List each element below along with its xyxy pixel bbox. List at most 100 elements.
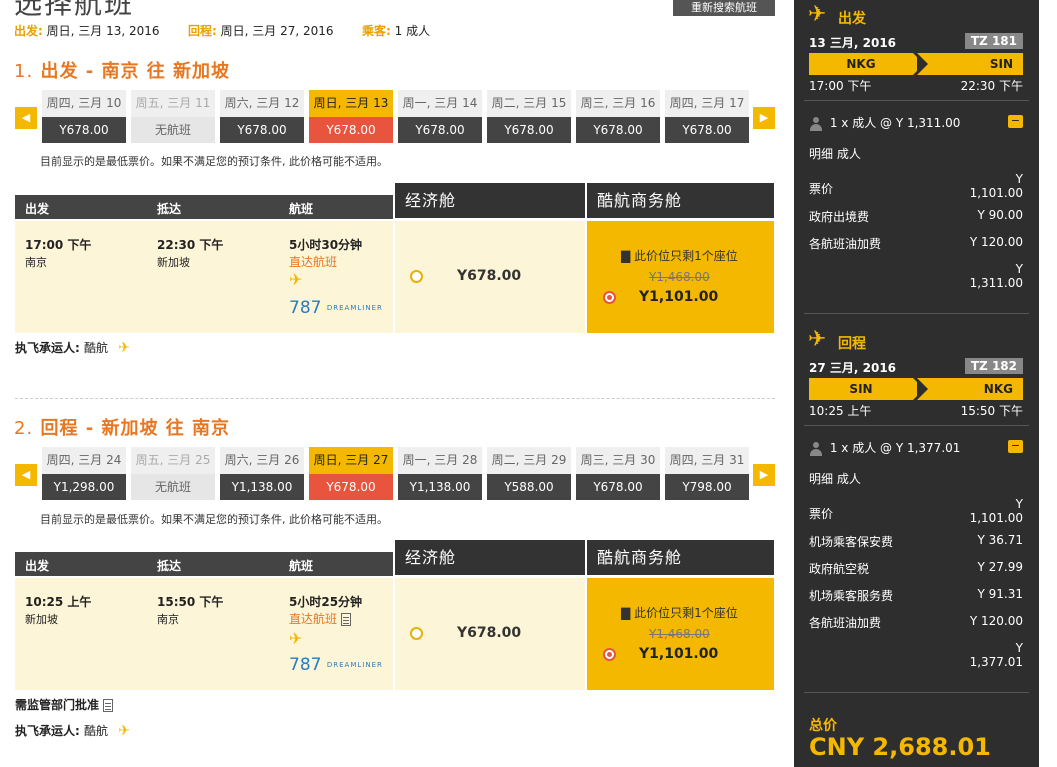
fee-row: 政府航空税 Y 27.99 bbox=[809, 560, 1023, 577]
operated-value: 酷航 bbox=[84, 341, 109, 355]
page-title: 选择航班 bbox=[14, 0, 135, 20]
seat-icon: ▇ bbox=[621, 249, 631, 263]
inbound-next-dates-button[interactable]: ▶ bbox=[753, 464, 775, 486]
sidebar-return-route: SIN NKG bbox=[809, 378, 1023, 400]
date-option: 周五, 三月 25 无航班 bbox=[131, 447, 215, 500]
fee-label: 票价 bbox=[809, 182, 834, 196]
person-icon bbox=[809, 116, 823, 131]
date-option-label: 周三, 三月 16 bbox=[576, 90, 660, 117]
inbound-business-radio[interactable] bbox=[603, 648, 616, 661]
sidebar-return-date: 27 三月, 2016 bbox=[809, 361, 897, 375]
outbound-business-fare[interactable]: ▇ 此价位只剩1个座位 Y1,468.00 Y1,101.00 bbox=[587, 221, 774, 333]
outbound-business-old-price: Y1,468.00 bbox=[649, 270, 710, 284]
plane-icon: ✈ bbox=[289, 629, 303, 648]
date-option-label: 周六, 三月 26 bbox=[220, 447, 304, 474]
date-option-label: 周日, 三月 27 bbox=[309, 447, 393, 474]
inbound-seat-text: 此价位只剩1个座位 bbox=[634, 606, 738, 620]
depart-summary-label: 出发: bbox=[14, 24, 43, 38]
fee-value: Y 1,101.00 bbox=[969, 172, 1023, 200]
outbound-economy-header: 经济舱 bbox=[395, 183, 585, 218]
date-option-price: Y1,138.00 bbox=[398, 474, 482, 500]
outbound-economy-radio[interactable] bbox=[410, 270, 423, 283]
date-option[interactable]: 周四, 三月 17 Y678.00 bbox=[665, 90, 749, 143]
date-option[interactable]: 周四, 三月 10 Y678.00 bbox=[42, 90, 126, 143]
inbound-economy-fare[interactable]: Y678.00 bbox=[395, 578, 585, 690]
outbound-table-header: 出发 抵达 航班 bbox=[15, 195, 393, 219]
col-arrive: 抵达 bbox=[157, 559, 182, 573]
date-option[interactable]: 周三, 三月 16 Y678.00 bbox=[576, 90, 660, 143]
return-destination-code: NKG bbox=[917, 378, 1023, 400]
date-option-label: 周二, 三月 15 bbox=[487, 90, 571, 117]
sidebar-outbound-collapse-toggle[interactable]: − bbox=[1008, 115, 1023, 128]
date-option-label: 周五, 三月 25 bbox=[131, 447, 215, 474]
inbound-direct-link[interactable]: 直达航班 bbox=[289, 610, 352, 627]
document-icon[interactable] bbox=[103, 699, 114, 712]
sidebar-return-pax-text: 1 x 成人 @ Y 1,377.01 bbox=[829, 441, 961, 455]
pax-summary: 乘客: 1 成人 bbox=[362, 22, 430, 39]
depart-summary: 出发: 周日, 三月 13, 2016 bbox=[14, 22, 160, 39]
date-option-label: 周四, 三月 31 bbox=[665, 447, 749, 474]
sidebar-outbound-arr-time: 22:30 下午 bbox=[960, 79, 1023, 93]
research-flights-button[interactable]: 重新搜索航班 bbox=[673, 0, 775, 16]
date-option[interactable]: 周三, 三月 30 Y678.00 bbox=[576, 447, 660, 500]
return-summary: 回程: 周日, 三月 27, 2016 bbox=[188, 22, 334, 39]
inbound-prev-dates-button[interactable]: ◀ bbox=[15, 464, 37, 486]
outbound-seat-text: 此价位只剩1个座位 bbox=[634, 249, 738, 263]
fee-value: Y 1,311.00 bbox=[969, 262, 1023, 290]
sidebar-return-flight-no: TZ 182 bbox=[964, 358, 1023, 374]
outbound-arr-city: 新加坡 bbox=[157, 256, 190, 269]
inbound-business-old-price: Y1,468.00 bbox=[649, 627, 710, 641]
operated-value: 酷航 bbox=[84, 724, 109, 738]
document-icon bbox=[341, 613, 352, 626]
inbound-arr-time: 15:50 下午 bbox=[157, 595, 224, 609]
sidebar-outbound-flight-no: TZ 181 bbox=[964, 33, 1023, 49]
outbound-prev-dates-button[interactable]: ◀ bbox=[15, 107, 37, 129]
section-divider bbox=[15, 398, 775, 399]
divider bbox=[804, 100, 1029, 101]
date-option[interactable]: 周六, 三月 12 Y678.00 bbox=[220, 90, 304, 143]
date-option-label: 周五, 三月 11 bbox=[131, 90, 215, 117]
date-option-label: 周三, 三月 30 bbox=[576, 447, 660, 474]
sidebar-return-detail: 明细 成人 bbox=[809, 472, 861, 486]
inbound-title: 回程 - 新加坡 往 南京 bbox=[40, 418, 231, 439]
outbound-business-radio[interactable] bbox=[603, 291, 616, 304]
inbound-economy-header: 经济舱 bbox=[395, 540, 585, 575]
sidebar-outbound-pax: 1 x 成人 @ Y 1,311.00 bbox=[809, 114, 960, 131]
fee-label: 政府航空税 bbox=[809, 562, 870, 576]
date-option[interactable]: 周六, 三月 26 Y1,138.00 bbox=[220, 447, 304, 500]
sidebar-return-collapse-toggle[interactable]: − bbox=[1008, 440, 1023, 453]
outbound-next-dates-button[interactable]: ▶ bbox=[753, 107, 775, 129]
outbound-direct-link[interactable]: 直达航班 bbox=[289, 253, 337, 270]
fee-row: 各航班油加费 Y 120.00 bbox=[809, 614, 1023, 631]
inbound-business-fare[interactable]: ▇ 此价位只剩1个座位 Y1,468.00 Y1,101.00 bbox=[587, 578, 774, 690]
aircraft-number: 787 bbox=[289, 655, 322, 675]
date-option-price: Y678.00 bbox=[487, 117, 571, 143]
date-option[interactable]: 周四, 三月 24 Y1,298.00 bbox=[42, 447, 126, 500]
date-option[interactable]: 周四, 三月 31 Y798.00 bbox=[665, 447, 749, 500]
date-option[interactable]: 周二, 三月 15 Y678.00 bbox=[487, 90, 571, 143]
fee-label: 票价 bbox=[809, 507, 834, 521]
inbound-economy-radio[interactable] bbox=[410, 627, 423, 640]
dreamliner-logo: 787 DREAMLINER bbox=[289, 655, 383, 675]
plane-icon: ✈ bbox=[289, 270, 303, 289]
date-option[interactable]: 周日, 三月 27 Y678.00 bbox=[309, 447, 393, 500]
outbound-economy-fare[interactable]: Y678.00 bbox=[395, 221, 585, 333]
sidebar-outbound-dep-time: 17:00 下午 bbox=[809, 79, 872, 93]
date-option-price: Y678.00 bbox=[576, 117, 660, 143]
inbound-dep-city: 新加坡 bbox=[25, 613, 58, 626]
date-option[interactable]: 周日, 三月 13 Y678.00 bbox=[309, 90, 393, 143]
plane-icon: ✈ bbox=[808, 327, 827, 352]
date-option-price: 无航班 bbox=[131, 474, 215, 500]
return-summary-label: 回程: bbox=[188, 24, 217, 38]
date-option-price: Y678.00 bbox=[576, 474, 660, 500]
inbound-arr-city: 南京 bbox=[157, 613, 179, 626]
sidebar-return-heading: 回程 bbox=[838, 336, 866, 352]
dreamliner-logo: 787 DREAMLINER bbox=[289, 298, 383, 318]
date-option-label: 周一, 三月 14 bbox=[398, 90, 482, 117]
date-option-price: Y678.00 bbox=[42, 117, 126, 143]
outbound-dep-city: 南京 bbox=[25, 256, 47, 269]
date-option[interactable]: 周一, 三月 14 Y678.00 bbox=[398, 90, 482, 143]
date-option[interactable]: 周一, 三月 28 Y1,138.00 bbox=[398, 447, 482, 500]
date-option[interactable]: 周二, 三月 29 Y588.00 bbox=[487, 447, 571, 500]
operated-label: 执飞承运人: bbox=[15, 724, 80, 738]
